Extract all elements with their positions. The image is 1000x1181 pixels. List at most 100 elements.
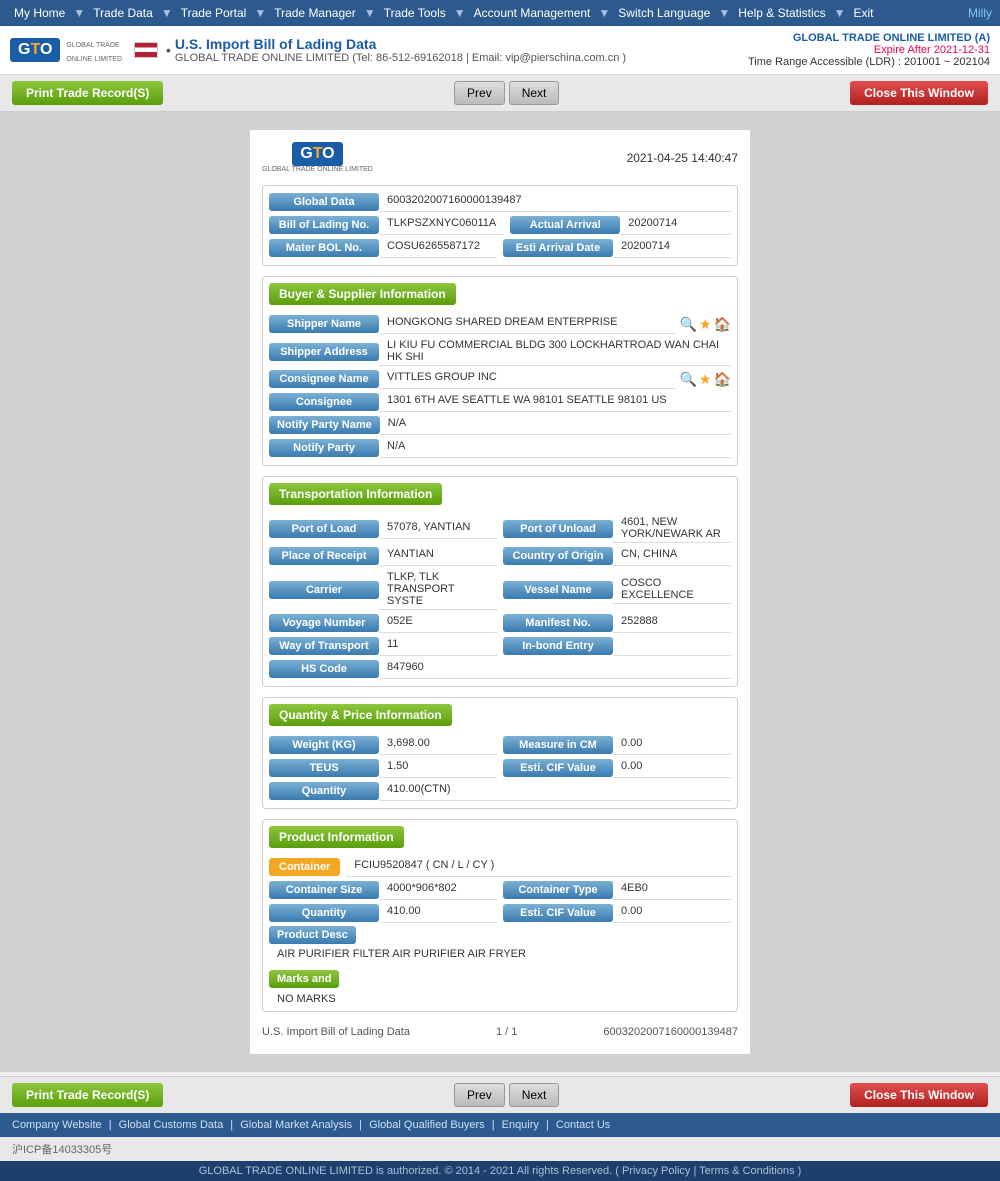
product-qty-field: Quantity 410.00 (269, 903, 497, 923)
weight-measure-row: Weight (KG) 3,698.00 Measure in CM 0.00 (269, 735, 731, 755)
logo-area: GTO GLOBAL TRADEONLINE LIMITED (10, 36, 122, 64)
port-of-unload-value: 4601, NEW YORK/NEWARK AR (613, 514, 731, 543)
footer-link-market[interactable]: Global Market Analysis (240, 1119, 352, 1131)
product-desc-label: Product Desc (269, 926, 356, 944)
close-window-button-top[interactable]: Close This Window (850, 81, 988, 105)
close-window-button-bottom[interactable]: Close This Window (850, 1083, 988, 1107)
port-of-load-field: Port of Load 57078, YANTIAN (269, 519, 497, 539)
transport-panel: Transportation Information Port of Load … (262, 476, 738, 687)
vessel-name-value: COSCO EXCELLENCE (613, 575, 731, 604)
actual-arrival-label: Actual Arrival (510, 216, 620, 234)
shipper-home-icon[interactable]: 🏠 (714, 316, 731, 333)
logo-subtitle: GLOBAL TRADEONLINE LIMITED (66, 42, 122, 63)
nav-buttons-bottom: Prev Next (454, 1083, 559, 1107)
nav-trade-tools[interactable]: Trade Tools (378, 4, 452, 22)
product-desc-area: Product Desc AIR PURIFIER FILTER AIR PUR… (269, 926, 731, 964)
teus-cif-row: TEUS 1.50 Esti. CIF Value 0.00 (269, 758, 731, 778)
footer-link-contact[interactable]: Contact Us (556, 1119, 610, 1131)
place-of-receipt-label: Place of Receipt (269, 547, 379, 565)
quantity-label: Quantity (269, 782, 379, 800)
consignee-row: Consignee 1301 6TH AVE SEATTLE WA 98101 … (269, 392, 731, 412)
next-button-top[interactable]: Next (509, 81, 560, 105)
nav-account-mgmt[interactable]: Account Management (468, 4, 597, 22)
prev-button-bottom[interactable]: Prev (454, 1083, 505, 1107)
notify-party-value: N/A (379, 438, 731, 458)
footer-link-company[interactable]: Company Website (12, 1119, 102, 1131)
consignee-star-icon[interactable]: ★ (699, 371, 712, 388)
product-qty-label: Quantity (269, 904, 379, 922)
nav-items-left: My Home ▼ Trade Data ▼ Trade Portal ▼ Tr… (8, 4, 880, 22)
nav-switch-lang[interactable]: Switch Language (612, 4, 716, 22)
voyage-number-label: Voyage Number (269, 614, 379, 632)
voyage-number-value: 052E (379, 613, 497, 633)
nav-help-stats[interactable]: Help & Statistics (732, 4, 831, 22)
transport-section-header: Transportation Information (269, 483, 442, 505)
in-bond-entry-field: In-bond Entry (503, 636, 731, 656)
top-toolbar: Print Trade Record(S) Prev Next Close Th… (0, 75, 1000, 112)
prev-button-top[interactable]: Prev (454, 81, 505, 105)
consignee-search-icon[interactable]: 🔍 (680, 371, 697, 388)
shipper-search-icon[interactable]: 🔍 (680, 316, 697, 333)
esti-arrival-label: Esti Arrival Date (503, 239, 613, 257)
icp-number: 沪ICP备14033305号 (12, 1141, 112, 1157)
quantity-value: 410.00(CTN) (379, 781, 731, 801)
in-bond-entry-value (613, 636, 731, 656)
footer-link-buyers[interactable]: Global Qualified Buyers (369, 1119, 485, 1131)
doc-header: GTO GLOBAL TRADE ONLINE LIMITED 2021-04-… (262, 142, 738, 173)
main-content-area: GTO GLOBAL TRADE ONLINE LIMITED 2021-04-… (0, 112, 1000, 1072)
teus-field: TEUS 1.50 (269, 758, 497, 778)
bol-arrival-row: Bill of Lading No. TLKPSZXNYC06011A Actu… (269, 215, 731, 235)
consignee-home-icon[interactable]: 🏠 (714, 371, 731, 388)
print-record-button-top[interactable]: Print Trade Record(S) (12, 81, 163, 105)
nav-exit[interactable]: Exit (848, 4, 880, 22)
pipe-4: | (492, 1119, 495, 1131)
container-type-field: Container Type 4EB0 (503, 880, 731, 900)
container-type-label: Container Type (503, 881, 613, 899)
bol-value: TLKPSZXNYC06011A (379, 215, 504, 235)
master-bol-esti-row: Mater BOL No. COSU6265587172 Esti Arriva… (269, 238, 731, 258)
print-record-button-bottom[interactable]: Print Trade Record(S) (12, 1083, 163, 1107)
consignee-name-value: VITTLES GROUP INC (379, 369, 676, 389)
doc-logo-box: GTO (292, 142, 342, 166)
port-of-load-label: Port of Load (269, 520, 379, 538)
way-of-transport-label: Way of Transport (269, 637, 379, 655)
header-company-line: GLOBAL TRADE ONLINE LIMITED (Tel: 86-512… (175, 52, 748, 64)
container-row: Container FCIU9520847 ( CN / L / CY ) (269, 857, 731, 877)
footer-link-customs[interactable]: Global Customs Data (119, 1119, 224, 1131)
doc-timestamp: 2021-04-25 14:40:47 (627, 151, 738, 165)
pipe-5: | (546, 1119, 549, 1131)
container-value: FCIU9520847 ( CN / L / CY ) (346, 857, 731, 877)
marks-value: NO MARKS (263, 991, 737, 1007)
global-data-panel: Global Data 6003202007160000139487 Bill … (262, 185, 738, 266)
next-button-bottom[interactable]: Next (509, 1083, 560, 1107)
buyer-supplier-section-header: Buyer & Supplier Information (269, 283, 456, 305)
hs-code-label: HS Code (269, 660, 379, 678)
quantity-price-panel: Quantity & Price Information Weight (KG)… (262, 697, 738, 809)
receipt-origin-row: Place of Receipt YANTIAN Country of Orig… (269, 546, 731, 566)
doc-logo: GTO GLOBAL TRADE ONLINE LIMITED (262, 142, 373, 173)
hs-code-value: 847960 (379, 659, 731, 679)
container-badge: Container (269, 858, 340, 876)
footer-link-enquiry[interactable]: Enquiry (502, 1119, 539, 1131)
header-right-info: GLOBAL TRADE ONLINE LIMITED (A) Expire A… (748, 32, 990, 68)
nav-trade-portal[interactable]: Trade Portal (175, 4, 253, 22)
quantity-price-section-header: Quantity & Price Information (269, 704, 452, 726)
master-bol-field: Mater BOL No. COSU6265587172 (269, 238, 497, 258)
shipper-star-icon[interactable]: ★ (699, 316, 712, 333)
manifest-no-value: 252888 (613, 613, 731, 633)
nav-trade-manager[interactable]: Trade Manager (268, 4, 362, 22)
country-of-origin-field: Country of Origin CN, CHINA (503, 546, 731, 566)
weight-label: Weight (KG) (269, 736, 379, 754)
consignee-name-label: Consignee Name (269, 370, 379, 388)
bottom-toolbar: Print Trade Record(S) Prev Next Close Th… (0, 1076, 1000, 1113)
actual-arrival-value: 20200714 (620, 215, 731, 235)
bol-label: Bill of Lading No. (269, 216, 379, 234)
user-name[interactable]: Milly (968, 6, 992, 20)
notify-party-name-label: Notify Party Name (269, 416, 380, 434)
teus-label: TEUS (269, 759, 379, 777)
nav-trade-data[interactable]: Trade Data (87, 4, 159, 22)
place-of-receipt-value: YANTIAN (379, 546, 497, 566)
port-of-unload-field: Port of Unload 4601, NEW YORK/NEWARK AR (503, 514, 731, 543)
product-qty-value: 410.00 (379, 903, 497, 923)
nav-my-home[interactable]: My Home (8, 4, 71, 22)
